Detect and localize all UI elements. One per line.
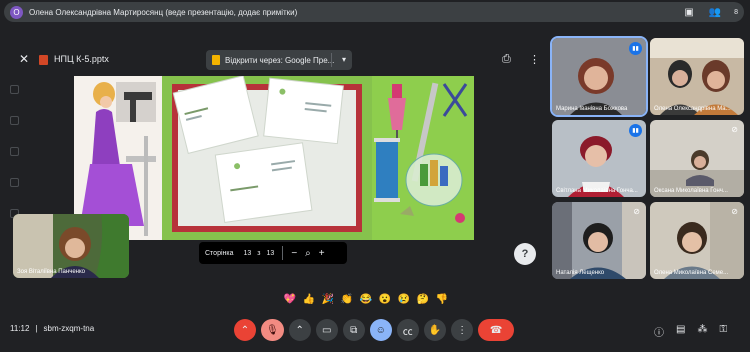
participant-name: Олена Олександрівна Ма... [654,106,731,112]
speaking-icon: ▮▮ [629,124,642,137]
raise-hand-button[interactable]: ✋ [423,319,447,341]
hang-up-icon: ☎ [489,324,503,336]
meet-window: О Олена Олександрівна Мартиросянц (веде … [0,0,750,352]
mic-off-icon: 🎙 [266,324,279,336]
zoom-icon[interactable]: ⌕ [305,248,311,259]
self-video-tile[interactable]: Зоя Віталіївна Панченко [13,214,129,278]
present-button[interactable]: ⧉ [342,319,365,341]
participant-tile-6[interactable]: ⊘ Олена Миколаївна Семе... [650,202,744,279]
hide-presenter-icon[interactable]: ▣ [682,5,696,19]
activities-icon[interactable]: ⁂ [697,324,707,339]
participant-video [650,120,744,197]
page-current[interactable]: 13 [244,250,252,257]
participant-count: 8 [734,8,738,16]
meeting-code: sbm-zxqm-tna [43,324,95,333]
reaction-surprised[interactable]: 😮 [378,292,392,306]
help-icon[interactable]: ? [514,243,536,265]
hand-icon: ✋ [428,324,442,336]
side-controls: ⓘ ▤ ⁂ ⚿ [654,324,727,339]
participant-video [552,202,646,279]
faded-sidebar [10,85,26,225]
info-icon[interactable]: ⓘ [654,324,664,339]
zoom-in-icon[interactable]: + [319,248,325,259]
speaking-icon: ▮▮ [629,42,642,55]
captions-button[interactable]: ㏄ [396,319,419,341]
open-with-label: Відкрити через: Google Пре... [225,55,335,65]
more-options-button[interactable]: ⋮ [451,319,474,341]
participant-name: Олена Миколаївна Семе... [654,270,729,276]
reaction-party[interactable]: 🎉 [321,292,335,306]
mic-off-icon: ⊘ [731,125,738,134]
reaction-heart[interactable]: 💖 [283,292,297,306]
page-navigator: Сторінка 13 з 13 − ⌕ + [199,242,347,264]
participant-tile-5[interactable]: ⊘ Наталія Лещенко [552,202,646,279]
meeting-info: 11:12 | sbm-zxqm-tna [10,324,94,333]
dropdown-caret-icon[interactable]: ▾ [342,55,346,64]
reactions-button[interactable]: ☺ [369,319,392,341]
open-with-button[interactable]: Відкрити через: Google Пре... ▾ [206,50,352,70]
reaction-thinking[interactable]: 🤔 [416,292,430,306]
participant-name: Оксана Миколаївна Гонч... [654,188,728,194]
camera-options-button[interactable]: ⌃ [288,319,311,341]
meeting-time: 11:12 [10,324,30,333]
participants-icon[interactable]: 👥 [708,5,722,19]
presenter-title: Олена Олександрівна Мартиросянц (веде пр… [29,7,298,17]
reaction-thumbs-down[interactable]: 👎 [435,292,449,306]
reaction-thumbs-up[interactable]: 👍 [302,292,316,306]
zoom-out-icon[interactable]: − [291,248,297,259]
page-of: з [257,249,261,257]
emoji-icon: ☺ [375,324,386,336]
participant-name: Марина Іванівна Божкова [556,106,628,112]
self-name: Зоя Віталіївна Панченко [17,269,86,275]
participant-name: Наталія Лещенко [556,270,605,276]
reaction-laugh[interactable]: 😂 [359,292,373,306]
print-icon[interactable]: ⎙ [502,53,511,66]
page-total: 13 [266,249,275,257]
mic-toggle-button[interactable]: 🎙 [261,319,284,341]
participant-tile-1[interactable]: ▮▮ Марина Іванівна Божкова [550,36,648,117]
reactions-bar: 💖 👍 🎉 👏 😂 😮 😢 🤔 👎 [283,292,449,306]
present-icon: ⧉ [350,324,358,336]
page-label: Сторінка [205,249,234,257]
camera-toggle-button[interactable]: ▭ [315,319,338,341]
more-options-icon[interactable]: ⋮ [529,53,540,66]
meeting-separator: | [35,324,38,333]
leave-call-button[interactable]: ☎ [478,319,515,341]
reaction-sad[interactable]: 😢 [397,292,411,306]
call-controls: ⌃ 🎙 ⌃ ▭ ⧉ ☺ ㏄ ✋ ⋮ ☎ [234,319,515,341]
participant-tile-2[interactable]: Олена Олександрівна Ма... [650,38,744,115]
participant-tile-3[interactable]: ▮▮ Світлана Миколаївна Гонча... [552,120,646,197]
camera-icon: ▭ [321,324,332,336]
captions-icon: ㏄ [402,326,413,338]
participant-video [650,38,744,115]
chat-icon[interactable]: ▤ [676,324,685,339]
slide-artwork [74,76,474,240]
participant-name: Світлана Миколаївна Гонча... [556,188,638,194]
mic-off-icon: ⊘ [731,207,738,216]
google-slides-icon [212,55,220,65]
presentation-slide [74,76,474,240]
participant-video [650,202,744,279]
presenter-bar: О Олена Олександрівна Мартиросянц (веде … [4,2,744,22]
chevron-up-icon: ⌃ [240,324,250,336]
participant-tile-4[interactable]: ⊘ Оксана Миколаївна Гонч... [650,120,744,197]
mic-off-icon: ⊘ [633,207,640,216]
chevron-up-icon: ⌃ [295,324,304,336]
mic-options-button[interactable]: ⌃ [234,319,256,341]
close-viewer-icon[interactable]: ✕ [16,51,32,67]
more-vert-icon: ⋮ [457,324,468,336]
file-name: НПЦ К-5.pptx [54,54,109,64]
host-controls-icon[interactable]: ⚿ [719,324,727,339]
reaction-clap[interactable]: 👏 [340,292,354,306]
presenter-avatar: О [10,5,23,19]
pptx-file-icon [39,55,48,65]
